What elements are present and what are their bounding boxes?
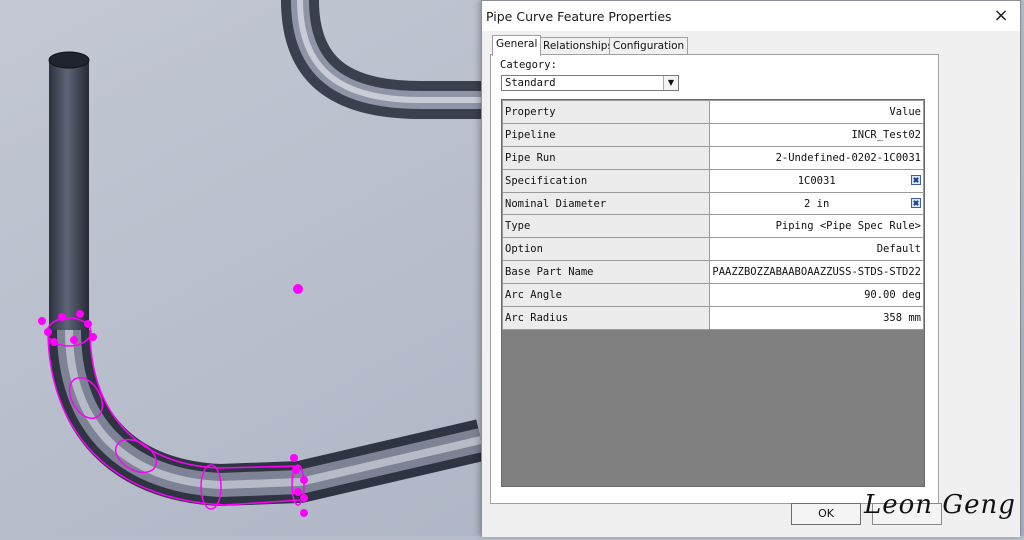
property-name: Pipe Run bbox=[501, 145, 711, 170]
general-tab-panel: Category: Standard ▼ Property Value Pipe… bbox=[490, 54, 939, 504]
close-icon[interactable]: × bbox=[990, 5, 1012, 27]
property-name: Specification bbox=[501, 168, 711, 193]
dialog-title: Pipe Curve Feature Properties bbox=[486, 9, 672, 24]
property-name: Type bbox=[501, 214, 711, 239]
dialog-titlebar[interactable]: Pipe Curve Feature Properties × bbox=[482, 1, 1020, 31]
tab-general[interactable]: General bbox=[492, 35, 542, 56]
pipe-segment-vertical[interactable] bbox=[48, 51, 90, 330]
table-row[interactable]: Nominal Diameter 2 in bbox=[501, 191, 924, 216]
category-selected-value: Standard bbox=[505, 77, 556, 89]
property-name: Arc Radius bbox=[501, 306, 711, 330]
grid-header-row: Property Value bbox=[501, 100, 924, 124]
signature-watermark: Leon Geng bbox=[864, 490, 1016, 520]
property-value-text: 2 in bbox=[804, 197, 830, 210]
pipe-curve-properties-dialog: Pipe Curve Feature Properties × General … bbox=[481, 0, 1021, 537]
property-name: Nominal Diameter bbox=[501, 191, 711, 216]
ok-button[interactable]: OK bbox=[791, 503, 861, 525]
table-row[interactable]: Arc Angle 90.00 deg bbox=[501, 283, 924, 308]
table-row[interactable]: Pipe Run 2-Undefined-0202-1C0031 bbox=[501, 145, 924, 170]
grid-header-property: Property bbox=[501, 100, 711, 124]
category-label: Category: bbox=[500, 59, 557, 71]
property-value[interactable]: PAAZZBOZZABAABOAAZZUSS-STDS-STD22 bbox=[709, 260, 924, 285]
property-name: Pipeline bbox=[501, 122, 711, 147]
table-row[interactable]: Base Part Name PAAZZBOZZABAABOAAZZUSS-ST… bbox=[501, 260, 924, 285]
property-name: Option bbox=[501, 237, 711, 262]
table-row[interactable]: Type Piping <Pipe Spec Rule> bbox=[501, 214, 924, 239]
property-value[interactable]: Default bbox=[709, 237, 924, 262]
pick-icon[interactable] bbox=[911, 197, 921, 208]
category-select[interactable]: Standard ▼ bbox=[501, 75, 679, 91]
property-value-editable[interactable]: 1C0031 bbox=[709, 168, 924, 193]
property-name: Base Part Name bbox=[501, 260, 711, 285]
property-value[interactable]: 358 mm bbox=[709, 306, 924, 330]
property-value[interactable]: Piping <Pipe Spec Rule> bbox=[709, 214, 924, 239]
tab-relationships[interactable]: Relationships bbox=[539, 37, 617, 55]
table-row[interactable]: Arc Radius 358 mm bbox=[501, 306, 924, 330]
property-value-editable[interactable]: 2 in bbox=[709, 191, 924, 216]
table-row[interactable]: Pipeline INCR_Test02 bbox=[501, 122, 924, 147]
property-value[interactable]: INCR_Test02 bbox=[709, 122, 924, 147]
chevron-down-icon[interactable]: ▼ bbox=[663, 76, 678, 90]
dialog-body: General Relationships Configuration Cate… bbox=[482, 31, 1020, 537]
property-grid[interactable]: Property Value Pipeline INCR_Test02 Pipe… bbox=[501, 99, 925, 487]
tab-configuration[interactable]: Configuration bbox=[609, 37, 689, 55]
property-value[interactable]: 2-Undefined-0202-1C0031 bbox=[709, 145, 924, 170]
property-value[interactable]: 90.00 deg bbox=[709, 283, 924, 308]
table-row[interactable]: Specification 1C0031 bbox=[501, 168, 924, 193]
pick-icon[interactable] bbox=[911, 174, 921, 185]
table-row[interactable]: Option Default bbox=[501, 237, 924, 262]
grid-header-value: Value bbox=[709, 100, 924, 124]
property-value-text: 1C0031 bbox=[797, 174, 836, 187]
property-name: Arc Angle bbox=[501, 283, 711, 308]
